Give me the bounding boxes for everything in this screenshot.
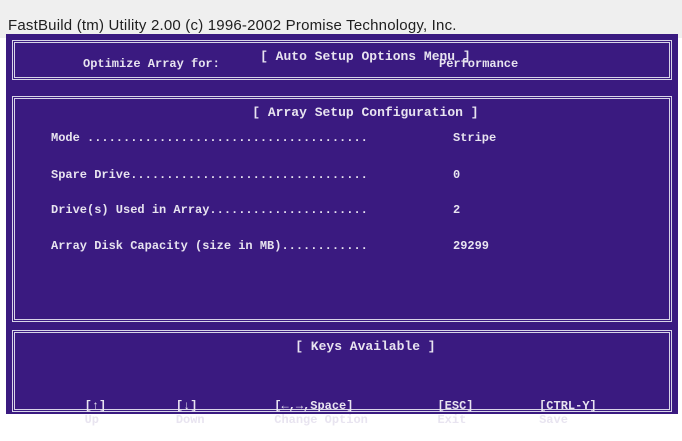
save-action: Save: [539, 413, 568, 427]
key-change-hint: [←,→,Space] Change Option: [217, 385, 368, 441]
array-setup-panel: [ Array Setup Configuration ] Mode .....…: [12, 96, 672, 322]
capacity-value: 29299: [453, 239, 490, 253]
key-hints: [↑] Up [↓] Down [←,→,Space] Change Optio…: [27, 385, 597, 441]
change-option-action: Change Option: [274, 413, 368, 427]
down-arrow-key: [↓]: [175, 399, 198, 413]
ctrl-y-key: [CTRL-Y]: [539, 399, 597, 413]
change-option-key: [←,→,Space]: [274, 399, 354, 413]
array-setup-title: [ Array Setup Configuration ]: [250, 105, 481, 120]
mode-value[interactable]: Stripe: [453, 131, 496, 145]
exit-action: Exit: [437, 413, 467, 427]
key-save-hint: [CTRL-Y] Save: [482, 385, 597, 441]
spare-drive-label: Spare Drive.............................…: [51, 168, 368, 182]
optimize-label: Optimize Array for:: [83, 57, 220, 71]
key-exit-hint: [ESC] Exit: [380, 385, 474, 441]
mode-label: Mode ...................................…: [51, 131, 368, 145]
up-arrow-key: [↑]: [84, 399, 107, 413]
down-action: Down: [175, 413, 205, 427]
capacity-label: Array Disk Capacity (size in MB)........…: [51, 239, 368, 253]
up-action: Up: [84, 413, 100, 427]
optimize-value[interactable]: Performance: [439, 57, 518, 71]
key-down-hint: [↓] Down: [118, 385, 205, 441]
esc-key: [ESC]: [437, 399, 474, 413]
auto-setup-panel: [ Auto Setup Options Menu ] Optimize Arr…: [12, 40, 672, 80]
spare-drive-value: 0: [453, 168, 461, 182]
drives-used-value: 2: [453, 203, 461, 217]
key-up-hint: [↑] Up: [27, 385, 107, 441]
keys-title: [ Keys Available ]: [293, 339, 438, 354]
keys-panel: [ Keys Available ] [↑] Up [↓] Down [←,→,…: [12, 330, 672, 427]
bios-screen: [ Auto Setup Options Menu ] Optimize Arr…: [6, 34, 678, 427]
drives-used-label: Drive(s) Used in Array..................…: [51, 203, 368, 217]
